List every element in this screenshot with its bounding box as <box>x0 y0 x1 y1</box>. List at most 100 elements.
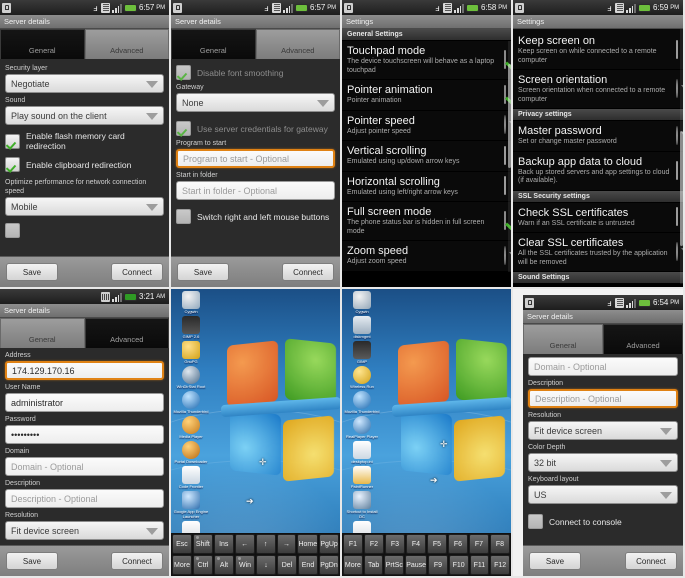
desktop-icon[interactable]: GIMP <box>344 341 380 364</box>
tab-general[interactable]: General <box>171 29 256 59</box>
desktop-icon[interactable]: Cygwin <box>344 291 380 314</box>
desktop-icon[interactable]: Google App Engine Launcher <box>173 491 209 519</box>
row-control[interactable] <box>504 245 506 265</box>
input-domain[interactable]: Domain - Optional <box>528 357 678 376</box>
key-f7[interactable]: F7 <box>469 534 489 554</box>
select-sound[interactable]: Play sound on the client <box>5 106 164 125</box>
chevron-down-icon[interactable] <box>676 242 678 261</box>
chevron-down-icon[interactable] <box>504 115 506 135</box>
row-control[interactable] <box>676 125 678 145</box>
row-control[interactable] <box>504 176 506 196</box>
input-description[interactable]: Description - Optional <box>528 389 678 408</box>
save-button[interactable]: Save <box>177 263 229 281</box>
key-arrow-right[interactable]: → <box>276 534 297 554</box>
checkbox-vertical-scrolling[interactable] <box>504 145 506 165</box>
save-button[interactable]: Save <box>6 552 58 570</box>
tab-general[interactable]: General <box>523 324 603 354</box>
key-prtsc[interactable]: PrtSc <box>384 555 405 575</box>
tab-advanced[interactable]: Advanced <box>255 29 340 59</box>
input-program-to-start[interactable]: Program to start - Optional <box>176 149 335 168</box>
key-more[interactable]: More <box>343 555 363 575</box>
key-ctrl[interactable]: Ctrl <box>193 555 213 575</box>
chevron-down-icon[interactable] <box>676 125 678 145</box>
select-resolution[interactable]: Fit device screen <box>5 521 164 540</box>
desktop-icon[interactable]: RealPlayer Player <box>344 416 380 439</box>
key-pgup[interactable]: PgUp <box>319 534 340 554</box>
input-password[interactable]: ••••••••• <box>5 425 164 444</box>
key-f1[interactable]: F1 <box>343 534 363 554</box>
key-del[interactable]: Del <box>277 555 297 575</box>
key-alt[interactable]: Alt <box>214 555 234 575</box>
input-address[interactable]: 174.129.170.16 <box>5 361 164 380</box>
row-control[interactable] <box>504 145 506 165</box>
scrollbar[interactable] <box>680 29 683 284</box>
tab-advanced[interactable]: Advanced <box>603 324 683 354</box>
row-control[interactable] <box>504 115 506 135</box>
key-f8[interactable]: F8 <box>490 534 510 554</box>
checkbox-row-disable-font-smoothing[interactable]: Disable font smoothing <box>176 65 335 80</box>
row-control[interactable] <box>676 160 678 180</box>
checkbox-flash-redirection[interactable] <box>5 133 20 149</box>
desktop-icon[interactable]: Media Player <box>173 416 209 439</box>
desktop-icon[interactable]: Mozilla Thunderbird <box>344 391 380 414</box>
desktop-icon[interactable]: Mozilla Thunderbird <box>173 391 209 414</box>
key-more[interactable]: More <box>172 555 192 575</box>
select-keyboard-layout[interactable]: US <box>528 485 678 504</box>
checkbox-keep-screen-on[interactable] <box>676 40 678 59</box>
desktop-icon[interactable]: Cygwin <box>173 291 209 314</box>
checkbox-touchpad-mode[interactable] <box>504 50 506 69</box>
list-item[interactable]: Screen orientation Screen orientation wh… <box>513 70 683 109</box>
key-tab[interactable]: Tab <box>363 555 384 575</box>
tab-advanced[interactable]: Advanced <box>84 318 169 348</box>
row-control[interactable] <box>504 50 506 69</box>
key-pgdn[interactable]: PgDn <box>319 555 339 575</box>
chevron-down-icon[interactable] <box>676 79 678 98</box>
key-f11[interactable]: F11 <box>469 555 490 575</box>
row-control[interactable] <box>504 84 506 104</box>
desktop-icon[interactable]: GIMP 2.6 <box>173 316 209 339</box>
connect-button[interactable]: Connect <box>111 552 163 570</box>
list-item[interactable]: Master password Set or change master pas… <box>513 121 683 152</box>
list-item[interactable]: Keep screen on Keep screen on while conn… <box>513 29 683 70</box>
checkbox-backup-to-cloud[interactable] <box>676 160 678 180</box>
list-item[interactable]: Zoom speed Adjust zoom speed <box>342 241 511 272</box>
select-gateway[interactable]: None <box>176 93 335 112</box>
row-control[interactable] <box>676 207 678 227</box>
checkbox-disable-font-smoothing[interactable] <box>176 65 191 80</box>
checkbox-clipboard-redirection[interactable] <box>5 157 20 172</box>
key-f9[interactable]: F9 <box>428 555 448 575</box>
checkbox-row-connect-to-console[interactable]: Connect to console <box>528 514 678 529</box>
scrollbar[interactable] <box>508 41 511 272</box>
key-f4[interactable]: F4 <box>406 534 426 554</box>
key-pause[interactable]: Pause <box>405 555 428 575</box>
key-shift[interactable]: Shift <box>192 534 213 554</box>
desktop-icon[interactable]: Wireless Run <box>344 366 380 389</box>
key-esc[interactable]: Esc <box>172 534 192 554</box>
connect-button[interactable]: Connect <box>625 552 677 570</box>
row-control[interactable] <box>504 211 506 230</box>
select-color-depth[interactable]: 32 bit <box>528 453 678 472</box>
input-description[interactable]: Description - Optional <box>5 489 164 508</box>
desktop-icon[interactable]: PaintRunner <box>344 466 380 489</box>
checkbox-check-ssl-certificates[interactable] <box>676 207 678 227</box>
checkbox-use-server-credentials[interactable] <box>176 121 191 136</box>
input-start-in-folder[interactable]: Start in folder - Optional <box>176 181 335 200</box>
chevron-down-icon[interactable] <box>504 245 506 265</box>
key-f5[interactable]: F5 <box>427 534 447 554</box>
list-item[interactable]: Clear SSL certificates All the SSL certi… <box>513 233 683 272</box>
list-item[interactable]: Touchpad mode The device touchscreen wil… <box>342 41 511 80</box>
row-control[interactable] <box>676 40 678 59</box>
desktop-icon[interactable]: Code Frontier <box>173 466 209 489</box>
input-username[interactable]: administrator <box>5 393 164 412</box>
list-item[interactable]: Backup app data to cloud Back up stored … <box>513 151 683 191</box>
key-arrow-left[interactable]: ← <box>234 534 255 554</box>
key-ins[interactable]: Ins <box>213 534 234 554</box>
key-arrow-down[interactable]: ↓ <box>256 555 276 575</box>
key-f2[interactable]: F2 <box>364 534 384 554</box>
row-control[interactable] <box>676 242 678 261</box>
key-f10[interactable]: F10 <box>448 555 469 575</box>
desktop-icon[interactable]: GnuPG <box>173 341 209 364</box>
input-domain[interactable]: Domain - Optional <box>5 457 164 476</box>
key-f12[interactable]: F12 <box>490 555 510 575</box>
checkbox-row-switch-mouse-buttons[interactable]: Switch right and left mouse buttons <box>176 209 335 224</box>
